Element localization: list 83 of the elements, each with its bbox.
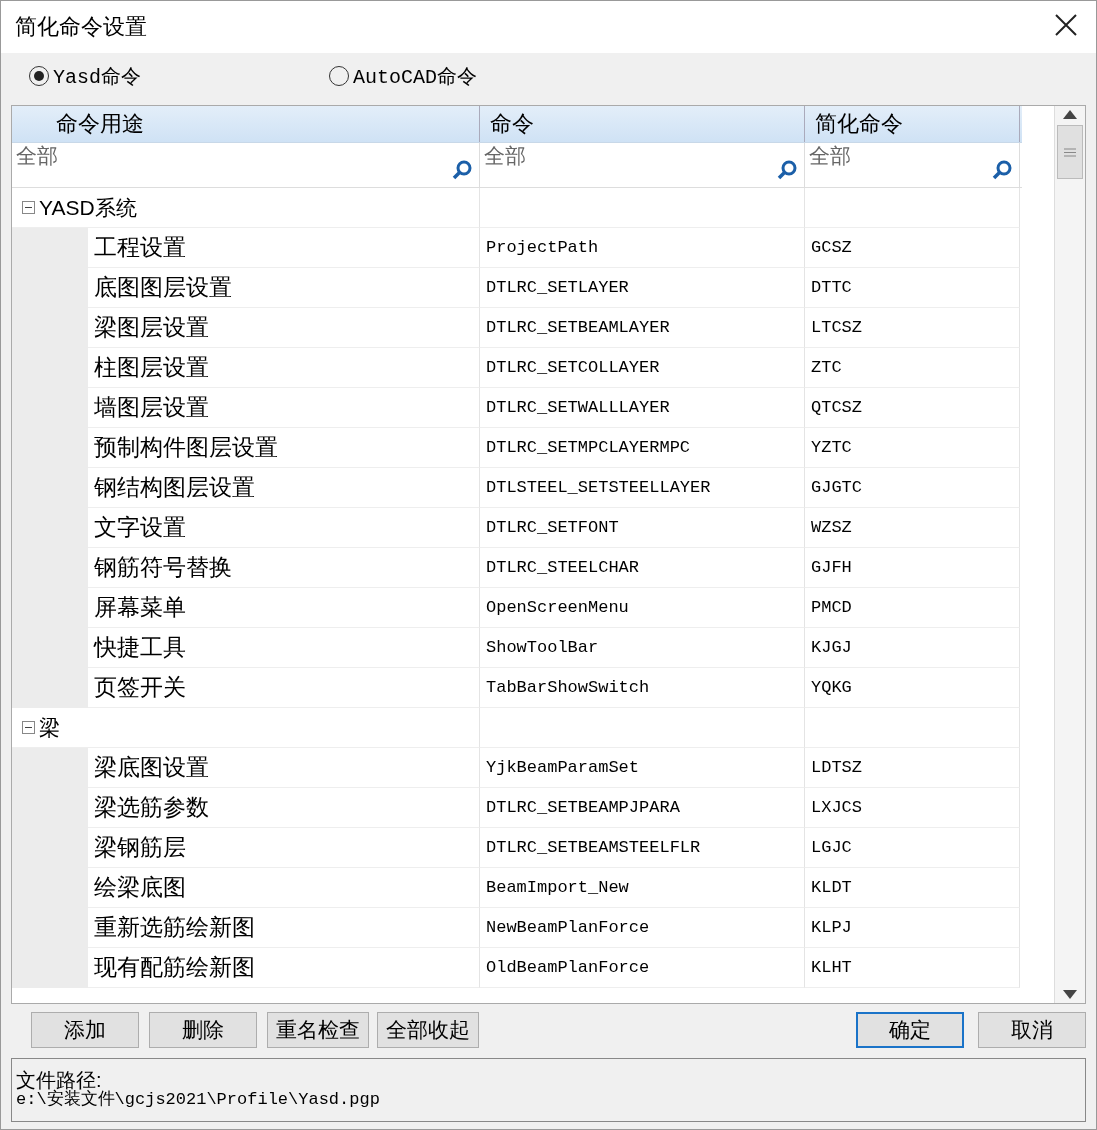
dialog-button[interactable]: 确定 [856,1012,964,1048]
scrollbar[interactable] [1054,106,1085,1003]
column-header[interactable]: 命令用途 [56,109,144,139]
group-label[interactable]: YASD系统 [39,193,137,222]
scroll-up-icon[interactable] [1063,110,1077,119]
table-cell-text: 页签开关 [94,673,186,702]
table-cell-text: 梁钢筋层 [94,833,186,862]
table-cell-text: 墙图层设置 [94,393,209,422]
table-cell: BeamImport_New [486,878,629,897]
table-cell: YjkBeamParamSet [486,758,640,777]
action-button[interactable]: 删除 [149,1012,257,1048]
table-cell: DTTC [811,278,852,297]
action-button[interactable]: 全部收起 [377,1012,479,1048]
table-cell-text: 梁图层设置 [94,313,209,342]
table-cell: KLHT [811,958,852,977]
table-cell: GJFH [811,558,852,577]
table-cell: WZSZ [811,518,852,537]
table-cell: YZTC [811,438,852,457]
table-cell: KJGJ [811,638,852,657]
table-cell: DTLRC_SETCOLLAYER [486,358,660,377]
table-cell-text: 预制构件图层设置 [94,433,278,462]
search-icon[interactable] [991,159,1013,181]
filter-field[interactable]: 全部 [16,143,58,187]
table-cell: DTLRC_STEELCHAR [486,558,640,577]
table-cell: ProjectPath [486,238,599,257]
collapse-icon[interactable] [22,201,35,214]
filter-field[interactable]: 全部 [809,143,851,187]
table-cell: DTLRC_SETMPCLAYERMPC [486,438,691,457]
window-title: 简化命令设置 [15,13,147,41]
search-icon[interactable] [451,159,473,181]
table-cell-text: 柱图层设置 [94,353,209,382]
table-cell: YQKG [811,678,852,697]
table-cell-text: 快捷工具 [94,633,186,662]
table-cell: ShowToolBar [486,638,599,657]
collapse-icon[interactable] [22,721,35,734]
table-cell: NewBeamPlanForce [486,918,650,937]
search-icon[interactable] [776,159,798,181]
table-cell-text: 钢筋符号替换 [94,553,232,582]
radio-option[interactable]: AutoCAD命令 [329,62,629,90]
table-cell: DTLRC_SETBEAMSTEELFLR [486,838,701,857]
filter-field[interactable]: 全部 [484,143,526,187]
table-cell-text: 屏幕菜单 [94,593,186,622]
column-header[interactable]: 命令 [490,109,534,139]
table-cell-text: 工程设置 [94,233,186,262]
table-cell: OpenScreenMenu [486,598,629,617]
table-cell: KLDT [811,878,852,897]
table-cell: LDTSZ [811,758,862,777]
table-cell-text: 梁选筋参数 [94,793,209,822]
table-cell: PMCD [811,598,852,617]
action-button[interactable]: 添加 [31,1012,139,1048]
scroll-thumb[interactable] [1057,125,1083,179]
table-cell: LGJC [811,838,852,857]
table-cell: LXJCS [811,798,862,817]
table-cell-text: 绘梁底图 [94,873,186,902]
table-cell: GCSZ [811,238,852,257]
table-cell: GJGTC [811,478,862,497]
table-cell-text: 重新选筋绘新图 [94,913,255,942]
scroll-down-icon[interactable] [1063,990,1077,999]
table-cell: DTLRC_SETWALLLAYER [486,398,670,417]
close-icon[interactable] [1054,13,1078,37]
table-cell-text: 钢结构图层设置 [94,473,255,502]
dialog-button[interactable]: 取消 [978,1012,1086,1048]
radio-option[interactable]: Yasd命令 [29,62,329,90]
table-cell: ZTC [811,358,842,377]
table-cell: DTLRC_SETLAYER [486,278,629,297]
group-label[interactable]: 梁 [39,713,60,742]
table-cell: QTCSZ [811,398,862,417]
path-label: 文件路径: [16,1070,102,1090]
table-cell: DTLSTEEL_SETSTEELLAYER [486,478,711,497]
path-value: e:\安装文件\gcjs2021\Profile\Yasd.pgp [16,1090,381,1110]
table-cell-text: 文字设置 [94,513,186,542]
table-cell: TabBarShowSwitch [486,678,650,697]
table-cell-text: 梁底图设置 [94,753,209,782]
column-header[interactable]: 简化命令 [815,109,903,139]
action-button[interactable]: 重名检查 [267,1012,369,1048]
table-cell: OldBeamPlanForce [486,958,650,977]
table-cell: DTLRC_SETFONT [486,518,619,537]
table-cell-text: 底图图层设置 [94,273,232,302]
table-cell: KLPJ [811,918,852,937]
table-cell: LTCSZ [811,318,862,337]
table-cell: DTLRC_SETBEAMPJPARA [486,798,680,817]
table-cell-text: 现有配筋绘新图 [94,953,255,982]
table-cell: DTLRC_SETBEAMLAYER [486,318,670,337]
